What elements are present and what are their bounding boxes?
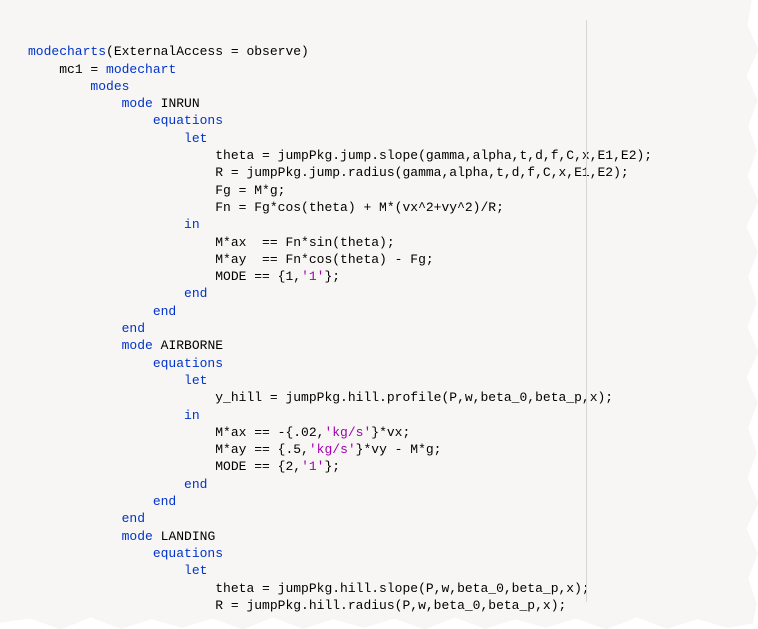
indent [28, 183, 215, 198]
mode-inrun: INRUN [153, 96, 200, 111]
airborne-ay-u: 'kg/s' [309, 442, 356, 457]
mode-landing: LANDING [153, 529, 215, 544]
indent [28, 286, 184, 301]
indent [28, 200, 215, 215]
kw-end: end [153, 494, 176, 509]
indent [28, 96, 122, 111]
kw-equations: equations [153, 546, 223, 561]
indent [28, 338, 122, 353]
inrun-ax: M*ax == Fn*sin(theta); [215, 235, 394, 250]
indent [28, 477, 184, 492]
indent [28, 442, 215, 457]
indent [28, 529, 122, 544]
indent [28, 113, 153, 128]
landing-theta: theta = jumpPkg.hill.slope(P,w,beta_0,be… [215, 581, 589, 596]
indent [28, 425, 215, 440]
kw-mode: mode [122, 529, 153, 544]
indent [28, 235, 215, 250]
indent [28, 62, 59, 77]
inrun-Fn: Fn = Fg*cos(theta) + M*(vx^2+vy^2)/R; [215, 200, 504, 215]
indent [28, 252, 215, 267]
indent [28, 148, 215, 163]
kw-modechart: modechart [106, 62, 176, 77]
indent [28, 598, 215, 613]
airborne-ax-u: 'kg/s' [324, 425, 371, 440]
indent [28, 373, 184, 388]
indent [28, 511, 122, 526]
code-block: modecharts(ExternalAccess = observe) mc1… [28, 26, 718, 614]
airborne-mode-r: }; [324, 459, 340, 474]
indent [28, 581, 215, 596]
indent [28, 304, 153, 319]
kw-end: end [122, 511, 145, 526]
inrun-mode-s: '1' [301, 269, 324, 284]
kw-equations: equations [153, 113, 223, 128]
indent [28, 321, 122, 336]
indent [28, 494, 153, 509]
indent [28, 390, 215, 405]
kw-modecharts: modecharts [28, 44, 106, 59]
kw-let: let [184, 563, 207, 578]
kw-let: let [184, 373, 207, 388]
airborne-yhill: y_hill = jumpPkg.hill.profile(P,w,beta_0… [215, 390, 613, 405]
airborne-ay-r: }*vy - M*g; [356, 442, 442, 457]
kw-end: end [153, 304, 176, 319]
indent [28, 459, 215, 474]
indent [28, 79, 90, 94]
kw-end: end [122, 321, 145, 336]
kw-in: in [184, 408, 200, 423]
airborne-ay-l: M*ay == {.5, [215, 442, 309, 457]
indent [28, 269, 215, 284]
inrun-ay: M*ay == Fn*cos(theta) - Fg; [215, 252, 433, 267]
kw-modes: modes [90, 79, 129, 94]
kw-in: in [184, 217, 200, 232]
indent [28, 408, 184, 423]
mode-airborne: AIRBORNE [153, 338, 223, 353]
kw-end: end [184, 286, 207, 301]
mc1-assign: mc1 = [59, 62, 106, 77]
ruler-line [586, 20, 587, 602]
indent [28, 546, 153, 561]
kw-mode: mode [122, 338, 153, 353]
kw-end: end [184, 477, 207, 492]
kw-let: let [184, 131, 207, 146]
airborne-ax-l: M*ax == -{.02, [215, 425, 324, 440]
inrun-R: R = jumpPkg.jump.radius(gamma,alpha,t,d,… [215, 165, 628, 180]
airborne-mode-s: '1' [301, 459, 324, 474]
airborne-ax-r: }*vx; [371, 425, 410, 440]
indent [28, 563, 184, 578]
indent [28, 217, 184, 232]
code-page: modecharts(ExternalAccess = observe) mc1… [0, 0, 758, 629]
airborne-mode-l: MODE == {2, [215, 459, 301, 474]
indent [28, 131, 184, 146]
kw-equations: equations [153, 356, 223, 371]
inrun-mode-l: MODE == {1, [215, 269, 301, 284]
inrun-mode-r: }; [324, 269, 340, 284]
torn-edge-right [738, 0, 758, 629]
indent [28, 356, 153, 371]
header-args: (ExternalAccess = observe) [106, 44, 309, 59]
landing-R: R = jumpPkg.hill.radius(P,w,beta_0,beta_… [215, 598, 566, 613]
inrun-Fg: Fg = M*g; [215, 183, 285, 198]
kw-mode: mode [122, 96, 153, 111]
indent [28, 165, 215, 180]
